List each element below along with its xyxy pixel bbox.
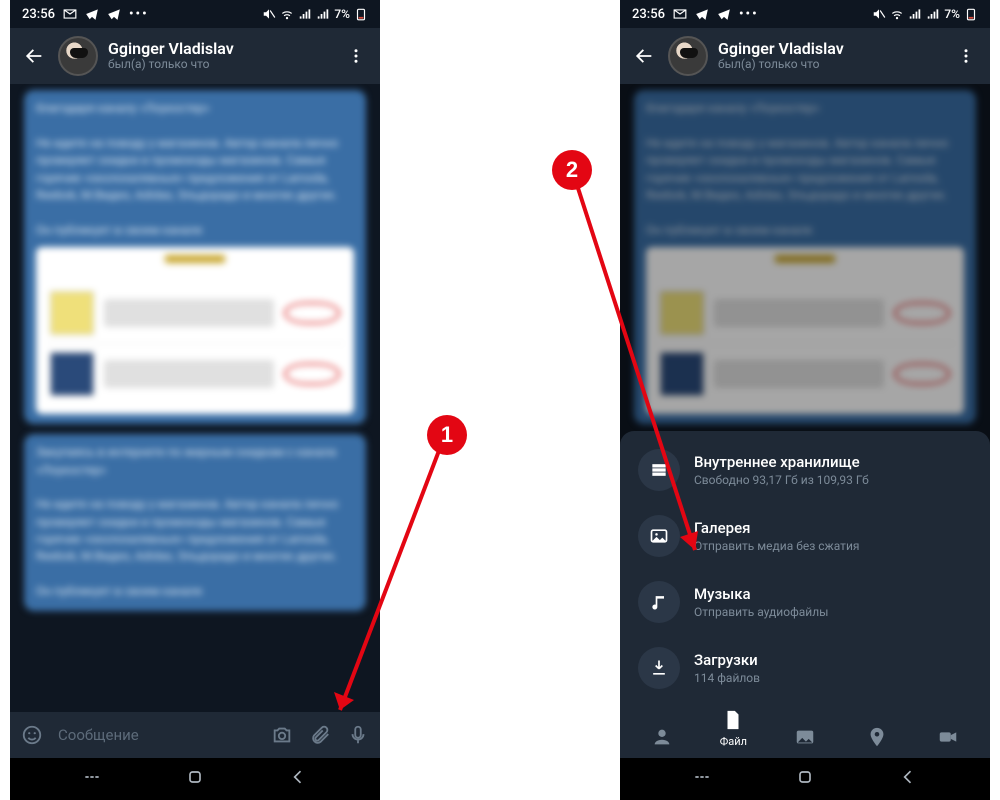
message-text: Он публикует в своем канале xyxy=(36,222,354,239)
message-text: Закупаясь в интернете по жирным скидкам … xyxy=(36,444,354,566)
tab-file[interactable]: Файл xyxy=(705,709,761,748)
message-text: благодаря каналу «Лоукостер» xyxy=(36,100,354,117)
more-dots-icon: ••• xyxy=(129,7,149,22)
mute-icon xyxy=(872,7,886,21)
wifi-icon xyxy=(890,7,904,21)
avatar[interactable] xyxy=(668,36,708,76)
camera-button[interactable] xyxy=(270,723,294,747)
back-button[interactable] xyxy=(630,42,658,70)
back-nav-button[interactable] xyxy=(288,767,308,791)
signal-icon xyxy=(298,7,312,21)
tab-gallery[interactable] xyxy=(634,726,690,748)
recent-apps-button[interactable] xyxy=(692,767,712,791)
back-button[interactable] xyxy=(20,42,48,70)
contact-status: был(а) только что xyxy=(718,58,942,72)
message-text: Не идите на поводу у магазинов. Автор ка… xyxy=(36,135,354,205)
music-icon xyxy=(638,581,680,623)
android-nav-bar xyxy=(10,758,380,800)
message-input[interactable]: Сообщение xyxy=(58,726,256,744)
mute-icon xyxy=(262,7,276,21)
telegram-icon xyxy=(107,7,121,21)
contact-name: Gginger Vladislav xyxy=(108,40,332,58)
link-preview[interactable] xyxy=(36,247,354,414)
contact-name: Gginger Vladislav xyxy=(718,40,942,58)
status-bar: 23:56 ••• 7% xyxy=(620,0,990,28)
recent-apps-button[interactable] xyxy=(82,767,102,791)
sheet-row-sub: Отправить аудиофайлы xyxy=(694,605,828,619)
mail-icon xyxy=(673,7,687,21)
chat-header: Gginger Vladislav был(а) только что xyxy=(620,28,990,84)
sheet-row-sub: 114 файлов xyxy=(694,671,760,685)
emoji-button[interactable] xyxy=(20,723,44,747)
mail-icon xyxy=(63,7,77,21)
wifi-icon xyxy=(280,7,294,21)
battery-text: 7% xyxy=(944,7,960,21)
more-dots-icon: ••• xyxy=(739,7,759,22)
annotation-marker-1: 1 xyxy=(427,415,467,455)
sheet-row-title: Загрузки xyxy=(694,651,760,669)
tab-photo[interactable] xyxy=(777,726,833,748)
signal-icon xyxy=(908,7,922,21)
tab-file-label: Файл xyxy=(720,735,747,748)
annotation-arrow-2 xyxy=(565,185,725,575)
sheet-row-downloads[interactable]: Загрузки 114 файлов xyxy=(620,635,990,701)
overflow-menu-button[interactable] xyxy=(952,42,980,70)
avatar[interactable] xyxy=(58,36,98,76)
battery-icon xyxy=(354,7,368,21)
attach-tabs: Файл xyxy=(620,701,990,758)
battery-text: 7% xyxy=(334,7,350,21)
signal-icon xyxy=(926,7,940,21)
tab-location[interactable] xyxy=(849,726,905,748)
signal-icon xyxy=(316,7,330,21)
message-bubble[interactable]: Закупаясь в интернете по жирным скидкам … xyxy=(24,434,366,611)
status-time: 23:56 xyxy=(632,7,665,22)
status-time: 23:56 xyxy=(22,7,55,22)
annotation-marker-2: 2 xyxy=(552,150,592,190)
telegram-icon xyxy=(85,7,99,21)
chat-header: Gginger Vladislav был(а) только что xyxy=(10,28,380,84)
annotation-arrow-1 xyxy=(320,430,460,730)
battery-icon xyxy=(964,7,978,21)
contact-status: был(а) только что xyxy=(108,58,332,72)
chat-title[interactable]: Gginger Vladislav был(а) только что xyxy=(108,40,332,72)
back-nav-button[interactable] xyxy=(898,767,918,791)
sheet-row-title: Музыка xyxy=(694,585,828,603)
chat-title[interactable]: Gginger Vladislav был(а) только что xyxy=(718,40,942,72)
telegram-icon xyxy=(695,7,709,21)
overflow-menu-button[interactable] xyxy=(342,42,370,70)
status-bar: 23:56 ••• 7% xyxy=(10,0,380,28)
sheet-row-music[interactable]: Музыка Отправить аудиофайлы xyxy=(620,569,990,635)
tab-video[interactable] xyxy=(920,726,976,748)
android-nav-bar xyxy=(620,758,990,800)
download-icon xyxy=(638,647,680,689)
message-text: Он публикует в своем канале xyxy=(36,583,354,600)
home-button[interactable] xyxy=(185,767,205,791)
telegram-icon xyxy=(717,7,731,21)
home-button[interactable] xyxy=(795,767,815,791)
message-bubble[interactable]: благодаря каналу «Лоукостер» Не идите на… xyxy=(24,90,366,424)
